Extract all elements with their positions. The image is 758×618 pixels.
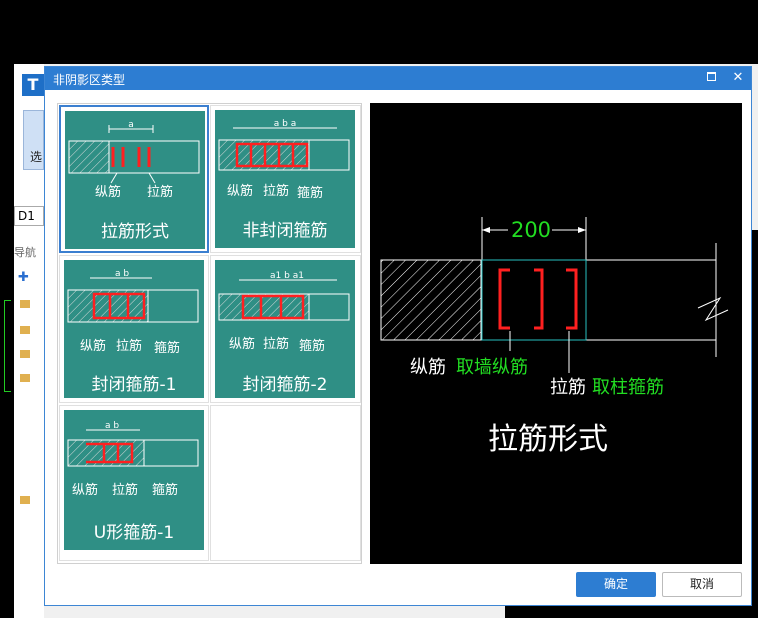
option-tile: a b 纵筋 拉筋 箍筋 U形箍筋-1 (64, 410, 204, 550)
dialog-titlebar[interactable]: 非阴影区类型 ✕ (45, 67, 751, 90)
app-tree-folder-icon[interactable] (20, 374, 40, 388)
option-tile: a b 纵筋 拉筋 箍筋 封闭箍筋-1 (64, 260, 204, 398)
preview-rebar-label-2: 拉筋 (550, 377, 586, 398)
app-select-label: 选 (30, 150, 43, 164)
open-stirrup-dims: a b a (274, 119, 296, 129)
preview-panel: 200 纵筋 取墙纵筋 拉筋 取柱箍筋 拉筋形式 (370, 103, 742, 564)
preview-caption: 拉筋形式 (488, 422, 608, 457)
non-shadow-area-type-dialog: 非阴影区类型 ✕ a 纵筋 拉筋 拉筋形式 a b a 纵筋 拉筋 箍筋 非封闭… (44, 66, 752, 606)
option-closed-stirrup-1[interactable]: a b 纵筋 拉筋 箍筋 封闭箍筋-1 (59, 255, 209, 403)
option-label: U形箍筋-1 (93, 523, 175, 543)
app-tree-folder-icon[interactable] (20, 350, 40, 364)
app-tree-folder-icon[interactable] (20, 300, 40, 314)
option-label: 封闭箍筋-1 (91, 375, 177, 395)
option-open-stirrup[interactable]: a b a 纵筋 拉筋 箍筋 非封闭箍筋 (210, 105, 361, 253)
option-label: 封闭箍筋-2 (242, 375, 328, 395)
ok-button[interactable]: 确定 (576, 572, 656, 597)
u-stirrup-1-note-2: 拉筋 (112, 482, 138, 498)
closed-stirrup-1-dims: a b (115, 269, 129, 279)
preview-dimension: 200 (511, 218, 551, 242)
option-grid: a 纵筋 拉筋 拉筋形式 a b a 纵筋 拉筋 箍筋 非封闭箍筋 a b 纵筋… (57, 103, 362, 564)
app-left-marker (4, 300, 11, 392)
closed-stirrup-2-note-3: 箍筋 (299, 338, 325, 354)
option-tile: a b a 纵筋 拉筋 箍筋 非封闭箍筋 (215, 110, 355, 248)
option-u-stirrup-1[interactable]: a b 纵筋 拉筋 箍筋 U形箍筋-1 (59, 405, 209, 561)
option-label: 拉筋形式 (101, 222, 169, 242)
open-stirrup-note-2: 拉筋 (263, 183, 289, 199)
maximize-icon[interactable] (701, 69, 721, 87)
closed-stirrup-1-note-1: 纵筋 (80, 338, 106, 354)
app-tree-folder-icon[interactable] (20, 496, 40, 510)
option-tile: a1 b a1 纵筋 拉筋 箍筋 封闭箍筋-2 (215, 260, 355, 398)
closed-stirrup-1-note-3: 箍筋 (154, 340, 180, 356)
preview-diagram: 200 纵筋 取墙纵筋 拉筋 取柱箍筋 拉筋形式 (380, 217, 729, 457)
app-bottom-canvas (505, 606, 750, 618)
preview-rebar-note-1: 取墙纵筋 (456, 357, 528, 378)
app-add-icon[interactable]: ✚ (18, 270, 29, 285)
open-stirrup-note-1: 纵筋 (227, 183, 253, 199)
option-tie-bar-form[interactable]: a 纵筋 拉筋 拉筋形式 (59, 105, 209, 253)
tie-bar-form-note-1: 纵筋 (95, 184, 121, 200)
tie-bar-form-note-2: 拉筋 (147, 184, 173, 200)
u-stirrup-1-note-3: 箍筋 (152, 482, 178, 498)
empty-option-cell (210, 405, 361, 561)
option-label: 非封闭箍筋 (242, 221, 328, 241)
dialog-title: 非阴影区类型 (53, 73, 126, 87)
app-logo-icon: T (22, 74, 44, 96)
option-tile: a 纵筋 拉筋 拉筋形式 (65, 111, 205, 249)
closed-stirrup-2-dims: a1 b a1 (270, 271, 304, 281)
open-stirrup-note-3: 箍筋 (297, 185, 323, 201)
u-stirrup-1-dims: a b (105, 421, 119, 431)
preview-rebar-label-1: 纵筋 (410, 357, 446, 378)
cancel-button[interactable]: 取消 (662, 572, 742, 597)
app-combo[interactable]: D1 (14, 206, 44, 226)
close-icon[interactable]: ✕ (728, 69, 748, 87)
closed-stirrup-1-note-2: 拉筋 (116, 338, 142, 354)
option-closed-stirrup-2[interactable]: a1 b a1 纵筋 拉筋 箍筋 封闭箍筋-2 (210, 255, 361, 403)
preview-rebar-note-2: 取柱箍筋 (592, 377, 664, 398)
app-tree-folder-icon[interactable] (20, 326, 40, 340)
u-stirrup-1-note-1: 纵筋 (72, 482, 98, 498)
closed-stirrup-2-note-1: 纵筋 (229, 336, 255, 352)
app-nav-header: 导航 (14, 246, 36, 259)
closed-stirrup-2-note-2: 拉筋 (263, 336, 289, 352)
tie-bar-form-dim: a (128, 120, 134, 130)
